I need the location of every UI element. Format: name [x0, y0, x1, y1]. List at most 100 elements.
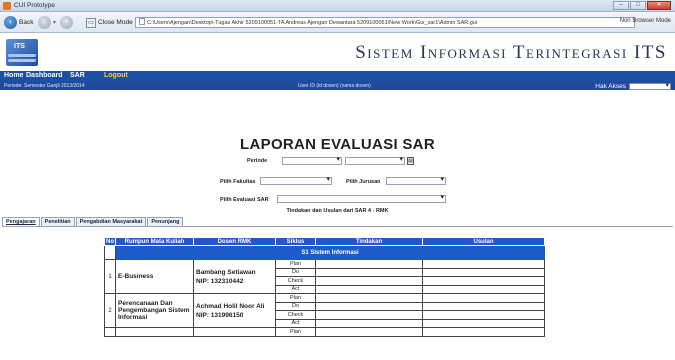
usulan-cell[interactable]	[422, 318, 545, 328]
periode-status: Periode: Semester Ganjil 2013/2014	[4, 83, 85, 89]
sar-table: No Rumpun Mata Kuliah Dosen RMK Siklus T…	[104, 237, 545, 337]
main-menu: Home Dashboard SAR Logout	[0, 71, 675, 82]
tindakan-cell[interactable]	[315, 310, 423, 320]
non-browser-mode-button[interactable]: Non Browser Mode	[620, 18, 671, 24]
group-spacer	[104, 245, 116, 260]
matkul-cell	[115, 327, 194, 337]
siklus-cell: Check	[275, 276, 316, 286]
hak-akses-select[interactable]	[629, 81, 671, 90]
siklus-cell: Plan	[275, 259, 316, 269]
minimize-button[interactable]: –	[613, 1, 629, 10]
siklus-cell: Act	[275, 284, 316, 294]
address-text: C:\Users\Ajengan\Desktop\-Tugas Akhir 52…	[147, 20, 478, 26]
group-row: S1 Sistem Informasi	[104, 245, 545, 260]
close-window-button[interactable]: ✕	[647, 1, 671, 10]
close-mode-button[interactable]: ▭ Close Mode	[86, 16, 133, 29]
tindakan-cell[interactable]	[315, 276, 423, 286]
row-number	[104, 327, 116, 337]
siklus-cell: Plan	[275, 327, 316, 337]
column-header-tindakan: Tindakan	[315, 237, 423, 246]
window-title: CUI Prototype	[14, 2, 55, 9]
table-row: Plan	[104, 327, 545, 337]
window-controls: – □ ✕	[613, 1, 671, 10]
dosen-cell: Bambang Setiawan NIP: 132310442	[193, 259, 276, 294]
address-bar[interactable]: C:\Users\Ajengan\Desktop\-Tugas Akhir 52…	[135, 17, 635, 28]
periode-start-select[interactable]	[282, 155, 342, 165]
report-title: LAPORAN EVALUASI SAR	[240, 136, 435, 153]
matkul-cell: E-Business	[115, 259, 194, 294]
back-arrow-icon: ‹	[4, 16, 17, 29]
jurusan-label: Pilih Jurusan	[346, 179, 381, 185]
usulan-cell[interactable]	[422, 327, 545, 337]
column-header-usulan: Usulan	[422, 237, 545, 246]
column-header-no: No	[104, 237, 116, 246]
window-titlebar: CUI Prototype – □ ✕	[0, 0, 675, 12]
status-bar: Periode: Semester Ganjil 2013/2014 User …	[0, 82, 675, 90]
periode-label: Periode	[247, 158, 268, 164]
report-caption: Tindakan dan Usulan dari SAR 4 - RMK	[286, 208, 389, 214]
chevron-down-icon: ▾	[53, 20, 57, 26]
column-header-dosen: Dosen RMK	[193, 237, 276, 246]
logo-wave	[8, 54, 36, 57]
matkul-cell: Perencanaan Dan Pengembangan Sistem Info…	[115, 293, 194, 328]
forward-button[interactable]: › ▾	[38, 16, 56, 29]
siklus-cell: Do	[275, 301, 316, 311]
fakultas-select[interactable]	[260, 175, 332, 185]
dosen-cell	[193, 327, 276, 337]
usulan-cell[interactable]	[422, 293, 545, 303]
table-row: 1 E-Business Bambang Setiawan NIP: 13231…	[104, 259, 545, 294]
evaluasi-label: Pilih Evaluasi SAR	[220, 197, 269, 203]
back-label: Back	[19, 19, 34, 26]
hak-akses-label: Hak Akses	[595, 82, 626, 90]
logo-text: ITS	[14, 43, 25, 50]
report-preview-icon[interactable]: ▤	[407, 157, 414, 165]
usulan-cell[interactable]	[422, 259, 545, 269]
tindakan-cell[interactable]	[315, 293, 423, 303]
row-number: 1	[104, 259, 116, 294]
its-logo: ITS	[6, 39, 38, 66]
dosen-name: Achmad Holil Noor Ali	[196, 302, 265, 310]
tindakan-cell[interactable]	[315, 259, 423, 269]
close-mode-label: Close Mode	[98, 19, 133, 26]
close-mode-icon: ▭	[86, 17, 96, 28]
table-row: 2 Perencanaan Dan Pengembangan Sistem In…	[104, 293, 545, 328]
menu-item-sar[interactable]: SAR	[70, 72, 85, 79]
jurusan-select[interactable]	[386, 175, 446, 185]
app-icon	[3, 2, 11, 10]
siklus-cell: Act	[275, 318, 316, 328]
maximize-button[interactable]: □	[630, 1, 646, 10]
usulan-cell[interactable]	[422, 301, 545, 311]
usulan-cell[interactable]	[422, 267, 545, 277]
back-button[interactable]: ‹ Back	[4, 16, 33, 29]
periode-end-select[interactable]	[345, 155, 405, 165]
menu-item-dashboard[interactable]: Dashboard	[26, 72, 63, 79]
dosen-nip: NIP: 131996150	[196, 311, 244, 319]
tindakan-cell[interactable]	[315, 267, 423, 277]
tab-divider	[2, 226, 673, 227]
hak-akses: Hak Akses	[595, 81, 671, 90]
fakultas-label: Pilih Fakultas	[220, 179, 256, 185]
browser-toolbar: ‹ Back › ▾ • ▭ Close Mode C:\Users\Ajeng…	[0, 12, 675, 33]
menu-item-home[interactable]: Home	[4, 72, 23, 79]
forward-arrow-icon: ›	[38, 16, 51, 29]
tindakan-cell[interactable]	[315, 284, 423, 294]
header-banner: ITS Sistem Informasi Terintegrasi ITS	[0, 33, 675, 71]
logout-link[interactable]: Logout	[104, 72, 128, 79]
user-status: User ID (id dosen) (nama dosen)	[298, 83, 371, 89]
column-header-siklus: Siklus	[275, 237, 316, 246]
tindakan-cell[interactable]	[315, 301, 423, 311]
page-icon	[139, 18, 145, 25]
dosen-cell: Achmad Holil Noor Ali NIP: 131996150	[193, 293, 276, 328]
table-header-row: No Rumpun Mata Kuliah Dosen RMK Siklus T…	[104, 237, 545, 246]
tindakan-cell[interactable]	[315, 327, 423, 337]
usulan-cell[interactable]	[422, 284, 545, 294]
stop-icon: •	[60, 16, 73, 29]
usulan-cell[interactable]	[422, 310, 545, 320]
siklus-cell: Plan	[275, 293, 316, 303]
column-header-rumpun: Rumpun Mata Kuliah	[115, 237, 194, 246]
row-number: 2	[104, 293, 116, 328]
stop-button[interactable]: •	[60, 16, 73, 29]
tindakan-cell[interactable]	[315, 318, 423, 328]
usulan-cell[interactable]	[422, 276, 545, 286]
evaluasi-select[interactable]	[277, 193, 446, 203]
